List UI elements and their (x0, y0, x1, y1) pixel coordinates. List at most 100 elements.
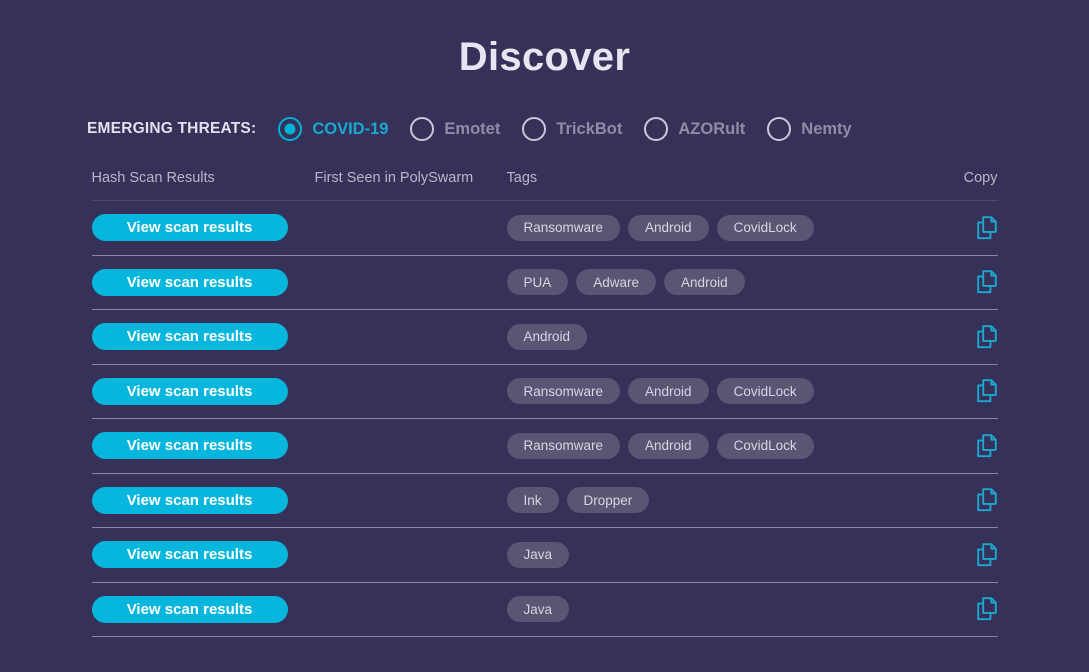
cell-copy (903, 597, 998, 621)
cell-tags: Android (506, 323, 903, 350)
table-row: View scan results PUA Adware Android (91, 256, 998, 310)
tag-chip[interactable]: Android (664, 269, 745, 296)
tag-chip[interactable]: Android (628, 214, 709, 241)
tag-chip[interactable]: PUA (506, 269, 569, 296)
view-scan-results-button[interactable]: View scan results (91, 432, 288, 460)
tag-chip[interactable]: Dropper (566, 487, 650, 514)
column-header-copy: Copy (963, 170, 998, 186)
threat-option-label: AZORult (678, 119, 746, 138)
tag-chip[interactable]: Adware (576, 269, 657, 296)
cell-copy (903, 270, 998, 294)
threat-option-covid-19[interactable]: COVID-19 (278, 117, 388, 141)
column-header-hash-scan-results: Hash Scan Results (91, 170, 215, 186)
view-scan-results-button[interactable]: View scan results (91, 377, 288, 405)
tag-list: Ransomware Android CovidLock (506, 432, 903, 459)
copy-icon[interactable] (976, 488, 998, 512)
page-title: Discover (458, 35, 631, 79)
tag-chip[interactable]: Java (506, 541, 570, 568)
cell-copy (903, 488, 998, 512)
cell-hash-scan-results: View scan results (91, 595, 315, 623)
cell-copy (903, 543, 998, 567)
threat-option-trickbot[interactable]: TrickBot (522, 117, 622, 141)
radio-unselected-icon[interactable] (644, 117, 669, 141)
tag-list: Java (506, 596, 903, 623)
threat-option-azorult[interactable]: AZORult (644, 117, 745, 141)
tag-chip[interactable]: Ransomware (506, 378, 621, 405)
tag-chip[interactable]: Ink (506, 487, 559, 514)
tag-chip[interactable]: Android (506, 323, 588, 350)
table-header-row: Hash Scan Results First Seen in PolySwar… (91, 164, 998, 201)
tag-chip[interactable]: CovidLock (716, 432, 814, 459)
tag-list: Ransomware Android CovidLock (506, 378, 903, 405)
tag-list: Ransomware Android CovidLock (506, 214, 903, 241)
table-row: View scan results Ransomware Android CovidL… (91, 419, 998, 474)
threat-options-group: COVID-19 Emotet TrickBot AZORult Nemty (278, 117, 873, 141)
tag-list: Ink Dropper (506, 487, 903, 514)
tag-chip[interactable]: Ransomware (506, 432, 621, 459)
copy-icon[interactable] (976, 270, 998, 294)
cell-tags: Ransomware Android CovidLock (506, 432, 903, 459)
radio-selected-icon[interactable] (278, 117, 303, 141)
tag-list: Java (506, 541, 903, 568)
threat-option-label: Emotet (444, 119, 501, 138)
hash-scan-results-table: Hash Scan Results First Seen in PolySwar… (91, 164, 998, 637)
emerging-threats-label: EMERGING THREATS: (87, 120, 257, 137)
cell-hash-scan-results: View scan results (91, 323, 315, 351)
radio-unselected-icon[interactable] (767, 117, 792, 141)
cell-tags: PUA Adware Android (506, 269, 903, 296)
table-row: View scan results Ink Dropper (91, 474, 998, 528)
table-body: View scan results Ransomware Android CovidL… (91, 201, 998, 637)
emerging-threats-bar: EMERGING THREATS: COVID-19 Emotet TrickBot… (87, 112, 1089, 146)
radio-unselected-icon[interactable] (522, 117, 547, 141)
tag-chip[interactable]: CovidLock (716, 378, 814, 405)
discover-page: Discover EMERGING THREATS: COVID-19 Emote… (0, 0, 1089, 672)
table-row: View scan results Java (91, 583, 998, 637)
cell-hash-scan-results: View scan results (91, 432, 315, 460)
threat-option-label: COVID-19 (312, 119, 389, 138)
tag-chip[interactable]: Android (628, 378, 709, 405)
view-scan-results-button[interactable]: View scan results (91, 486, 288, 514)
copy-icon[interactable] (976, 379, 998, 403)
radio-unselected-icon[interactable] (410, 117, 435, 141)
copy-icon[interactable] (976, 434, 998, 458)
cell-tags: Ransomware Android CovidLock (506, 214, 903, 241)
cell-tags: Java (506, 541, 903, 568)
threat-option-label: TrickBot (556, 119, 623, 138)
cell-hash-scan-results: View scan results (91, 268, 315, 296)
cell-copy (903, 216, 998, 240)
cell-hash-scan-results: View scan results (91, 377, 315, 405)
cell-hash-scan-results: View scan results (91, 214, 315, 242)
view-scan-results-button[interactable]: View scan results (91, 214, 288, 242)
table-row: View scan results Ransomware Android CovidL… (91, 201, 998, 256)
table-row: View scan results Java (91, 528, 998, 583)
threat-option-nemty[interactable]: Nemty (767, 117, 852, 141)
cell-hash-scan-results: View scan results (91, 541, 315, 569)
view-scan-results-button[interactable]: View scan results (91, 541, 288, 569)
view-scan-results-button[interactable]: View scan results (91, 323, 288, 351)
cell-tags: Ink Dropper (506, 487, 903, 514)
view-scan-results-button[interactable]: View scan results (91, 595, 288, 623)
copy-icon[interactable] (976, 325, 998, 349)
copy-icon[interactable] (976, 597, 998, 621)
copy-icon[interactable] (976, 543, 998, 567)
table-row: View scan results Android (91, 310, 998, 365)
tag-chip[interactable]: Android (628, 432, 709, 459)
cell-copy (903, 325, 998, 349)
column-header-tags: Tags (506, 170, 538, 186)
tag-list: Android (506, 323, 903, 350)
cell-hash-scan-results: View scan results (91, 486, 315, 514)
tag-chip[interactable]: Ransomware (506, 214, 621, 241)
tag-list: PUA Adware Android (506, 269, 903, 296)
tag-chip[interactable]: Java (506, 596, 570, 623)
column-header-first-seen: First Seen in PolySwarm (314, 170, 474, 186)
tag-chip[interactable]: CovidLock (716, 214, 814, 241)
cell-tags: Java (506, 596, 903, 623)
cell-copy (903, 379, 998, 403)
view-scan-results-button[interactable]: View scan results (91, 268, 288, 296)
threat-option-emotet[interactable]: Emotet (410, 117, 500, 141)
cell-tags: Ransomware Android CovidLock (506, 378, 903, 405)
copy-icon[interactable] (976, 216, 998, 240)
cell-copy (903, 434, 998, 458)
table-row: View scan results Ransomware Android CovidL… (91, 365, 998, 419)
threat-option-label: Nemty (801, 119, 852, 138)
